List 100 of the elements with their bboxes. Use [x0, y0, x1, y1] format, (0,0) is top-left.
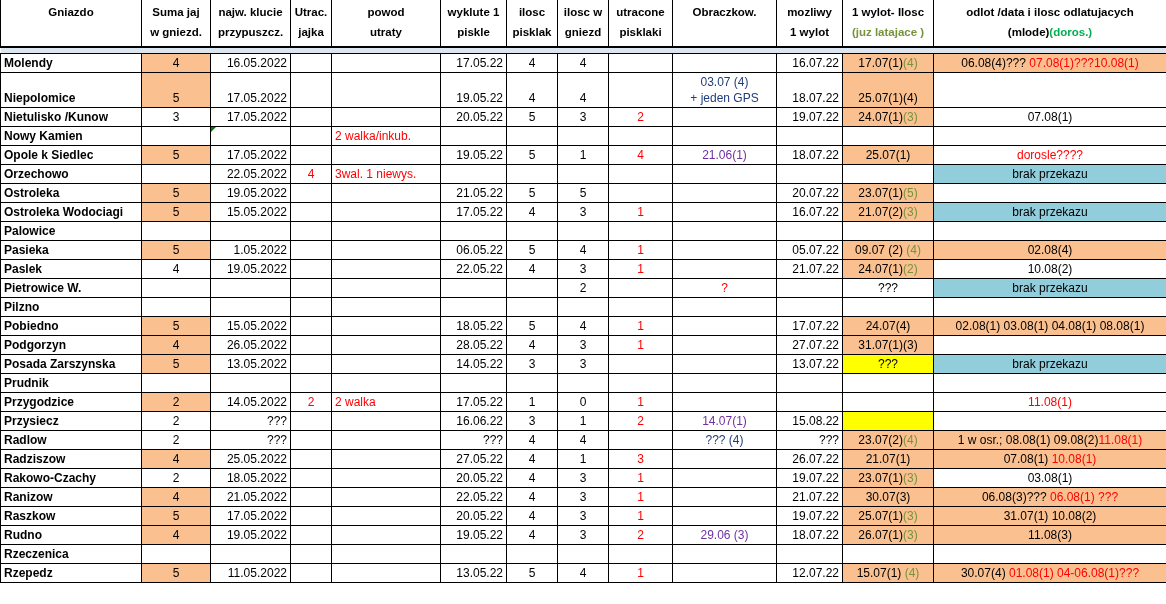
table-cell: 14.05.2022	[210, 392, 291, 412]
table-cell: 16.05.2022	[210, 53, 291, 73]
table-cell: 17.05.2022	[210, 107, 291, 127]
column-header: 1 wylot- Ilosc	[850, 5, 926, 20]
table-cell: 5	[506, 145, 558, 165]
table-cell: 1	[557, 449, 609, 469]
nest-name: Radlow	[0, 430, 142, 450]
table-cell: 3	[557, 487, 609, 507]
nest-name: Opole k Siedlec	[0, 145, 142, 165]
column-header: powod	[366, 5, 406, 20]
column-header: pisklaki	[618, 25, 663, 40]
table-cell: 4	[506, 202, 558, 222]
column-header: pisklak	[511, 25, 553, 40]
table-cell: 2	[608, 411, 673, 431]
nest-name: Ranizow	[0, 487, 142, 507]
column-header: piskle	[456, 25, 491, 40]
table-cell: 5	[506, 107, 558, 127]
table-cell: 4	[506, 487, 558, 507]
table-cell: 19.05.22	[440, 72, 507, 108]
table-cell: 1	[608, 487, 673, 507]
table-cell: 21.07.22	[776, 259, 843, 279]
table-cell: 15.08.22	[776, 411, 843, 431]
column-header: ilosc w	[562, 5, 604, 20]
table-cell: 16.07.22	[776, 53, 843, 73]
table-cell: 19.05.2022	[210, 525, 291, 545]
column-header: gniezd	[563, 25, 603, 40]
table-cell: ???	[776, 430, 843, 450]
nest-name: Molendy	[0, 53, 142, 73]
table-cell: 4	[557, 240, 609, 260]
table-cell: 2	[557, 278, 609, 298]
nest-name: Paslek	[0, 259, 142, 279]
table-cell: 4	[506, 468, 558, 488]
table-cell: 3	[557, 468, 609, 488]
nest-name: Ostroleka Wodociagi	[0, 202, 142, 222]
table-cell: 3	[141, 107, 211, 127]
table-cell: 17.05.2022	[210, 145, 291, 165]
table-cell: 1	[608, 316, 673, 336]
table-cell: 19.07.22	[776, 468, 843, 488]
table-cell: 4	[506, 525, 558, 545]
table-cell: 22.05.22	[440, 487, 507, 507]
table-cell: 19.07.22	[776, 506, 843, 526]
table-cell: 22.05.22	[440, 259, 507, 279]
table-cell: 19.07.22	[776, 107, 843, 127]
table-cell: 17.05.22	[440, 53, 507, 73]
table-cell: 29.06 (3)	[672, 525, 777, 545]
column-header: 1 wylot	[789, 25, 830, 40]
table-cell: ???	[210, 411, 291, 431]
table-cell: 13.07.22	[776, 354, 843, 374]
table-cell: 19.05.2022	[210, 259, 291, 279]
table-cell: 4	[506, 430, 558, 450]
table-cell: 1	[608, 392, 673, 412]
nest-name: Posada Zarszynska	[0, 354, 142, 374]
table-cell: 18.05.22	[440, 316, 507, 336]
table-cell: 17.05.2022	[210, 506, 291, 526]
nest-name: Przysiecz	[0, 411, 142, 431]
table-cell: 21.05.22	[440, 183, 507, 203]
table-cell: 15.05.2022	[210, 202, 291, 222]
table-cell: 1	[608, 240, 673, 260]
table-cell: 2	[141, 411, 211, 431]
table-cell: 1	[608, 506, 673, 526]
table-cell: 28.05.22	[440, 335, 507, 355]
table-cell: 18.07.22	[776, 72, 843, 108]
table-cell: 14.05.22	[440, 354, 507, 374]
nest-name: Podgorzyn	[0, 335, 142, 355]
table-cell: 3	[557, 335, 609, 355]
table-cell: 19.05.22	[440, 525, 507, 545]
nest-name: Orzechowo	[0, 164, 142, 184]
table-cell: 5	[506, 240, 558, 260]
nest-name: Przygodzice	[0, 392, 142, 412]
column-header: utracone	[615, 5, 666, 20]
table-cell: 4	[506, 53, 558, 73]
table-cell: 06.05.22	[440, 240, 507, 260]
table-cell: 20.07.22	[776, 183, 843, 203]
table-cell: 18.07.22	[776, 525, 843, 545]
table-cell: 1	[608, 468, 673, 488]
column-header: jajka	[297, 25, 325, 40]
table-cell: 17.05.2022	[210, 72, 291, 108]
nest-name: Radziszow	[0, 449, 142, 469]
table-cell: 1.05.2022	[210, 240, 291, 260]
column-header: utraty	[369, 25, 403, 40]
nest-name: Palowice	[0, 221, 142, 241]
table-cell: 4	[557, 316, 609, 336]
column-header: ilosc	[517, 5, 547, 20]
table-cell: 3	[608, 449, 673, 469]
table-cell: 4	[506, 506, 558, 526]
table-cell: 13.05.2022	[210, 354, 291, 374]
nest-name: Pasieka	[0, 240, 142, 260]
table-cell: 5	[557, 183, 609, 203]
table-cell: 4	[506, 335, 558, 355]
nest-name: Prudnik	[0, 373, 142, 393]
table-cell: 3	[506, 354, 558, 374]
table-cell: 4	[506, 259, 558, 279]
table-cell: 20.05.22	[440, 107, 507, 127]
table-cell: ??? (4)	[672, 430, 777, 450]
table-cell: 05.07.22	[776, 240, 843, 260]
table-cell: 2	[141, 430, 211, 450]
table-cell: 16.06.22	[440, 411, 507, 431]
table-cell: 19.05.22	[440, 145, 507, 165]
table-cell: 21.05.2022	[210, 487, 291, 507]
nest-name: Rzeczenica	[0, 544, 142, 564]
